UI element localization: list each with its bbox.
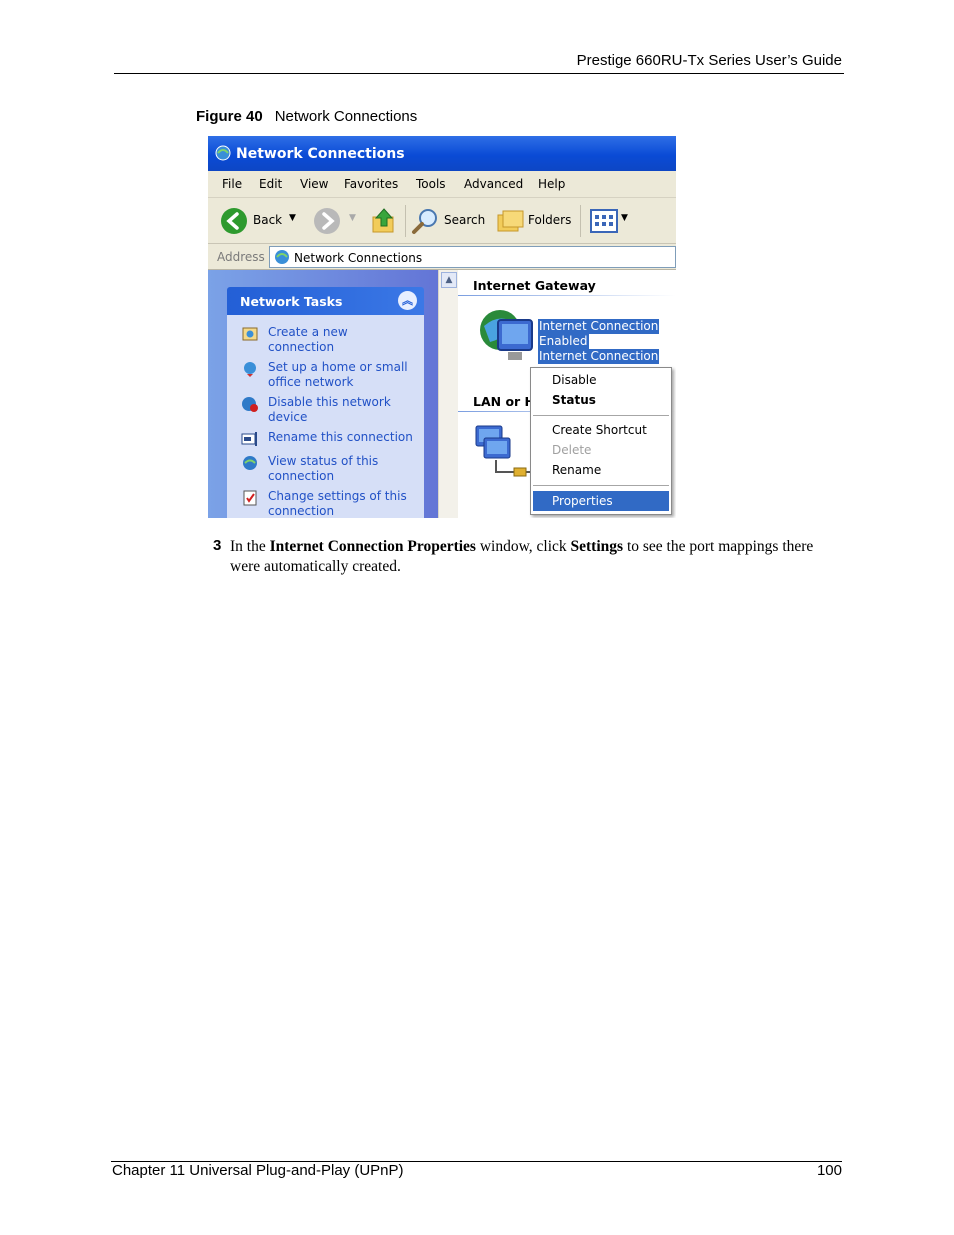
menu-view[interactable]: View [300,177,328,191]
views-dropdown-icon[interactable]: ▼ [621,213,628,223]
group-rule-1 [458,295,676,296]
up-folder-icon[interactable] [370,206,398,236]
menu-separator-2 [533,485,669,486]
figure-label: Figure 40 [196,108,263,125]
menu-advanced[interactable]: Advanced [464,177,523,191]
menu-help[interactable]: Help [538,177,565,191]
running-header: Prestige 660RU-Tx Series User’s Guide [576,52,842,69]
menu-item-delete: Delete [552,443,592,457]
footer-chapter: Chapter 11 Universal Plug-and-Play (UPnP… [112,1162,404,1179]
forward-dropdown-icon[interactable]: ▼ [349,213,356,223]
toolbar-separator [405,205,406,237]
change-settings-icon [243,490,257,506]
menu-edit[interactable]: Edit [259,177,282,191]
group-title-lan: LAN or H [473,394,536,409]
folders-label: Folders [528,213,572,227]
menu-bar: File Edit View Favorites Tools Advanced … [208,171,676,198]
back-arrow-icon [221,208,247,234]
back-label: Back [253,213,283,227]
bold-settings: Settings [570,538,624,555]
header-rule [114,73,844,74]
lan-connection-icon[interactable] [474,424,534,480]
task-setup-home-network[interactable]: Set up a home or small office network [268,360,418,390]
address-field[interactable]: Network Connections [269,246,676,268]
network-tasks-list: Create a new connection Set up a home or … [227,315,424,518]
search-icon [412,209,437,234]
vertical-scrollbar[interactable]: ▲ [438,270,458,518]
disable-device-icon [242,397,258,412]
network-connections-small-icon [275,250,289,264]
menu-tools[interactable]: Tools [416,177,446,191]
toolbar: Back ▼ ▼ Search Folders ▼ [208,198,676,244]
back-dropdown-icon[interactable]: ▼ [289,213,296,223]
network-tasks-header[interactable]: Network Tasks ︽ [227,287,424,315]
view-status-icon [243,456,257,470]
group-title-internet-gateway: Internet Gateway [473,278,596,293]
menu-item-create-shortcut[interactable]: Create Shortcut [552,423,647,437]
item-label-line-1[interactable]: Internet Connection [538,319,660,334]
scroll-up-icon[interactable]: ▲ [441,272,457,288]
back-button[interactable]: Back ▼ [220,207,298,235]
views-icon [590,209,618,233]
step-number: 3 [213,537,222,554]
forward-arrow-icon [314,208,340,234]
figure-title: Network Connections [274,108,418,125]
new-connection-icon [242,327,258,341]
menu-file[interactable]: File [222,177,242,191]
bold-window-name: Internet Connection Properties [269,538,476,555]
title-bar[interactable]: Network Connections [208,136,676,171]
step-instruction: In the Internet Connection Properties wi… [230,538,814,575]
window-title: Network Connections [236,146,405,162]
home-network-icon [244,362,256,377]
network-tasks-title: Network Tasks [240,294,343,309]
menu-favorites[interactable]: Favorites [344,177,398,191]
folders-icon [497,210,524,232]
network-connections-window: Network Connections File Edit View Favor… [208,136,676,518]
folders-button[interactable]: Folders [496,207,574,235]
menu-separator [533,415,669,416]
task-change-settings[interactable]: Change settings of this connection [268,489,418,518]
menu-item-status[interactable]: Status [552,393,596,407]
menu-item-rename[interactable]: Rename [552,463,601,477]
item-label-line-2[interactable]: Enabled [538,334,589,349]
task-create-new-connection[interactable]: Create a new connection [268,325,418,355]
page-number: 100 [816,1162,842,1179]
network-connections-icon [215,145,231,161]
address-label: Address [217,250,265,264]
toolbar-separator-2 [580,205,581,237]
item-label-line-3[interactable]: Internet Connection [538,349,660,364]
task-view-status[interactable]: View status of this connection [268,454,418,484]
rename-icon [241,432,257,446]
menu-item-disable[interactable]: Disable [552,373,597,387]
search-label: Search [444,213,486,227]
views-button[interactable]: ▼ [590,208,632,234]
task-disable-network-device[interactable]: Disable this network device [268,395,418,425]
address-value: Network Connections [294,251,423,265]
menu-item-properties[interactable]: Properties [552,494,613,508]
collapse-chevron-icon[interactable]: ︽ [398,291,417,310]
task-rename-connection[interactable]: Rename this connection [268,430,418,445]
internet-gateway-icon[interactable] [476,308,536,368]
context-menu: Disable Status Create Shortcut Delete Re… [530,367,672,515]
task-pane: Network Tasks ︽ Create a new connection S… [208,270,438,518]
figure-caption: Figure 40 Network Connections [196,108,417,125]
address-bar: Address Network Connections [208,244,676,270]
search-button[interactable]: Search [411,207,491,235]
forward-button[interactable]: ▼ [313,207,356,235]
